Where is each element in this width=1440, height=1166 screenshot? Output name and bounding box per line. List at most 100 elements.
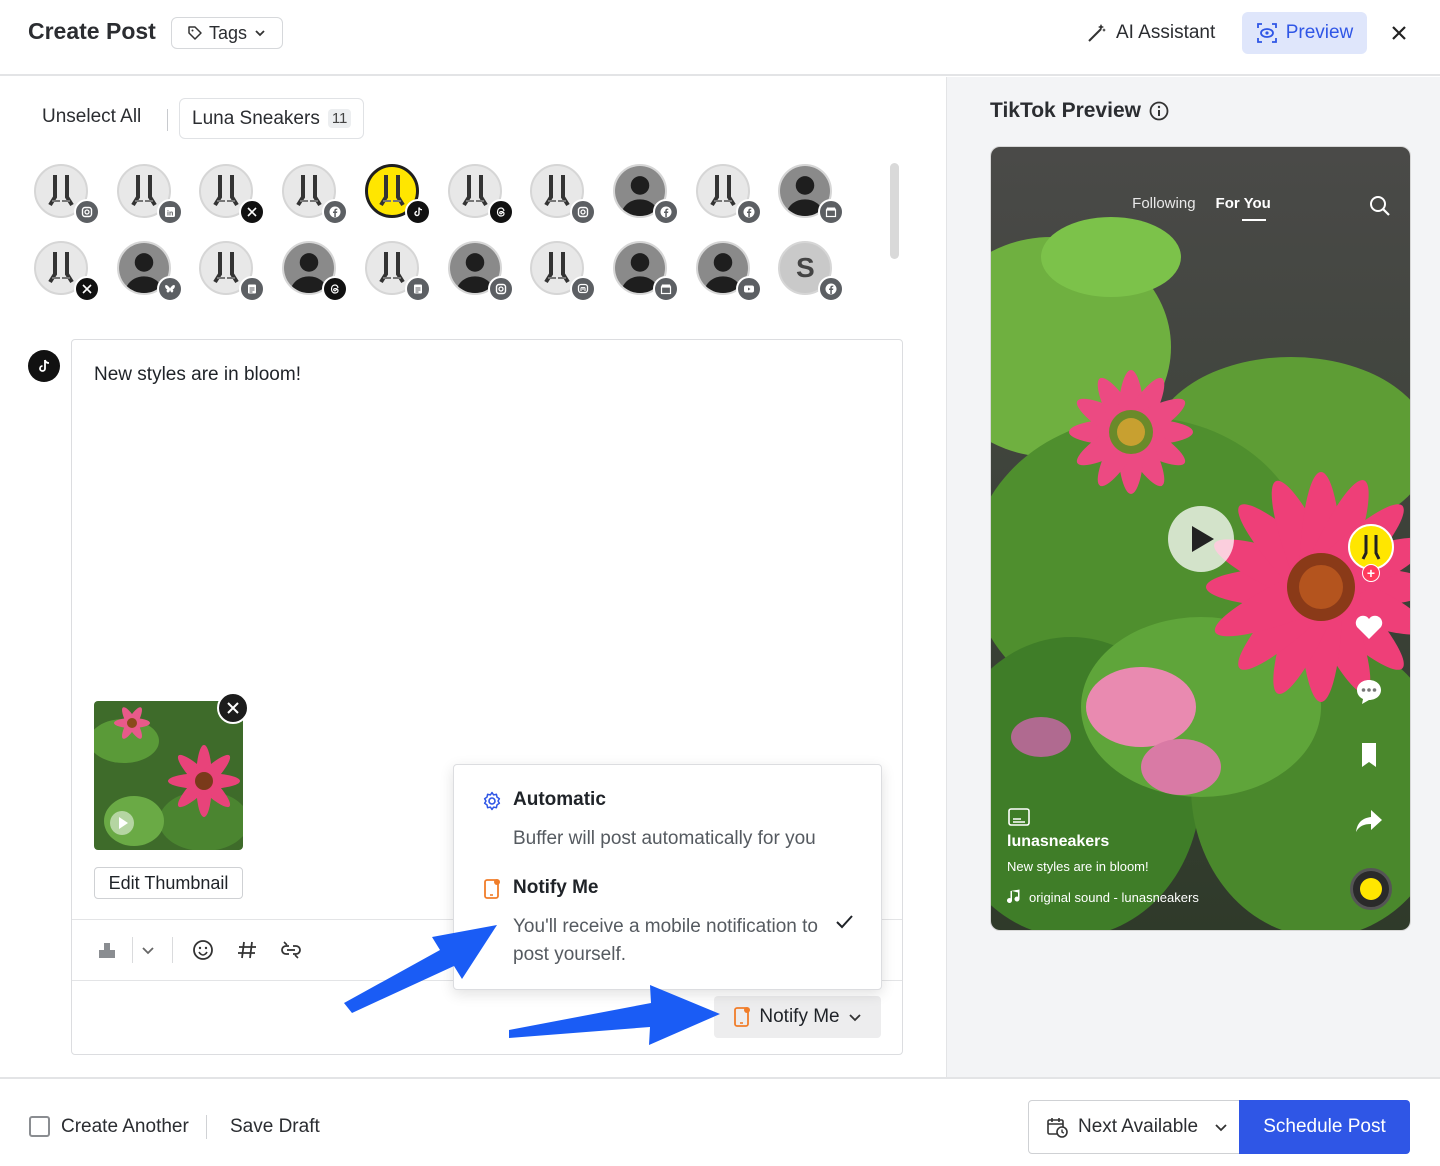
- phone-notify-icon: [482, 878, 502, 900]
- info-icon[interactable]: [1149, 101, 1169, 121]
- tag-icon: [188, 26, 202, 40]
- channel-avatar-youtube[interactable]: [695, 241, 762, 302]
- ai-assistant-label: AI Assistant: [1116, 22, 1216, 43]
- bookmark-icon[interactable]: [1354, 741, 1384, 774]
- avatar-letter: S: [795, 252, 815, 283]
- threads-icon: [322, 276, 349, 302]
- schedule-time-dropdown[interactable]: Next Available: [1028, 1100, 1240, 1154]
- ai-assistant-button[interactable]: AI Assistant: [1086, 14, 1215, 52]
- menu-item-automatic[interactable]: Automatic: [513, 789, 606, 811]
- magic-wand-icon: [1088, 24, 1106, 42]
- emoji-button[interactable]: [190, 936, 216, 964]
- link-shortener-button[interactable]: [278, 936, 304, 964]
- instagram-icon: [74, 199, 100, 225]
- preview-label: Preview: [1285, 22, 1354, 43]
- channel-avatar-tiktok[interactable]: [364, 164, 431, 225]
- phone-notify-icon: [734, 1007, 751, 1027]
- media-thumbnail[interactable]: [94, 701, 243, 850]
- mastodon-icon: [570, 276, 597, 302]
- feed-tabs: Following For You: [991, 195, 1410, 212]
- channel-avatar-facebook[interactable]: [612, 164, 679, 225]
- channel-avatar-instagram[interactable]: [447, 241, 514, 302]
- gear-icon: [482, 790, 502, 812]
- next-available-label: Next Available: [1078, 1116, 1199, 1137]
- tiktok-phone-preview: Following For You + lunasneakers New sty…: [990, 146, 1411, 931]
- close-icon: [227, 702, 239, 714]
- hashtag-button[interactable]: [234, 936, 260, 964]
- create-another-label[interactable]: Create Another: [61, 1116, 189, 1138]
- preview-title: TikTok Preview: [990, 99, 1169, 123]
- google-business-icon: [652, 276, 679, 302]
- post-text-input[interactable]: New styles are in bloom!: [94, 364, 301, 386]
- divider: [206, 1115, 207, 1139]
- create-another-checkbox[interactable]: [29, 1116, 50, 1137]
- group-name: Luna Sneakers: [192, 107, 320, 129]
- media-upload-button[interactable]: [94, 936, 120, 964]
- preview-pane: TikTok Preview Following For You + lunas…: [946, 77, 1440, 1077]
- calendar-clock-icon: [1047, 1118, 1068, 1138]
- channel-avatar-startpage[interactable]: [364, 241, 431, 302]
- media-options-button[interactable]: [138, 936, 158, 964]
- channel-avatar-startpage[interactable]: [199, 241, 266, 302]
- menu-item-notify-me[interactable]: Notify Me: [513, 877, 599, 899]
- tiktok-channel-icon: [28, 350, 60, 382]
- tab-for-you[interactable]: For You: [1216, 195, 1271, 212]
- upload-icon: [99, 943, 115, 958]
- channel-avatar-google-business[interactable]: [612, 241, 679, 302]
- channel-avatar-x[interactable]: [199, 164, 266, 225]
- close-button[interactable]: [1386, 20, 1412, 46]
- footer: Create Another Save Draft Next Available…: [0, 1077, 1440, 1166]
- remove-media-button[interactable]: [217, 692, 249, 724]
- channel-avatar-threads[interactable]: [282, 241, 349, 302]
- music-disc-icon[interactable]: [1350, 868, 1392, 910]
- channel-group-button[interactable]: Luna Sneakers 11: [179, 98, 365, 139]
- instagram-icon: [487, 276, 514, 302]
- eye-icon: [1256, 23, 1277, 43]
- unselect-all-button[interactable]: Unselect All: [42, 106, 141, 128]
- share-icon[interactable]: [1354, 807, 1384, 840]
- channel-avatar-bluesky[interactable]: [116, 241, 183, 302]
- instagram-icon: [570, 199, 597, 225]
- play-icon[interactable]: [1168, 506, 1234, 572]
- tab-following[interactable]: Following: [1132, 195, 1195, 212]
- active-tab-indicator: [1242, 219, 1266, 221]
- channel-avatar-google-business[interactable]: [778, 164, 845, 225]
- captions-icon[interactable]: [1007, 807, 1031, 832]
- tags-button[interactable]: Tags: [171, 17, 283, 49]
- publish-mode-dropdown[interactable]: Notify Me: [714, 996, 881, 1038]
- channel-avatar-threads[interactable]: [447, 164, 514, 225]
- chevron-down-icon: [1215, 1124, 1227, 1132]
- channel-avatar-x[interactable]: [34, 241, 100, 302]
- preview-button[interactable]: Preview: [1242, 12, 1367, 54]
- search-icon[interactable]: [1368, 194, 1392, 223]
- svg-text:in: in: [167, 211, 173, 218]
- channel-avatar-mastodon[interactable]: [530, 241, 597, 302]
- threads-icon: [487, 199, 514, 225]
- channel-avatar-instagram[interactable]: [530, 164, 597, 225]
- channel-avatar-linkedin[interactable]: in: [116, 164, 183, 225]
- automatic-description: Buffer will post automatically for you: [513, 828, 816, 849]
- publish-mode-label: Notify Me: [759, 1006, 840, 1027]
- schedule-post-button[interactable]: Schedule Post: [1239, 1100, 1410, 1154]
- channel-avatar-facebook[interactable]: [695, 164, 762, 225]
- channel-avatar-facebook[interactable]: S: [778, 241, 845, 302]
- channel-avatar-instagram[interactable]: [34, 164, 100, 225]
- linkedin-icon: in: [156, 199, 183, 225]
- save-draft-button[interactable]: Save Draft: [230, 1116, 320, 1138]
- edit-thumbnail-button[interactable]: Edit Thumbnail: [94, 867, 243, 899]
- tiktok-icon: [404, 199, 431, 225]
- page-title: Create Post: [28, 18, 156, 44]
- divider: [132, 937, 133, 963]
- channels-scrollbar[interactable]: [890, 163, 899, 259]
- close-icon: [1392, 26, 1406, 40]
- chevron-down-icon: [848, 1014, 861, 1022]
- comment-icon[interactable]: [1354, 677, 1384, 710]
- follow-plus-icon[interactable]: +: [1362, 564, 1380, 582]
- link-icon: [281, 941, 301, 959]
- x-icon: [74, 276, 100, 302]
- heart-icon[interactable]: [1354, 613, 1384, 646]
- bluesky-icon: [156, 276, 183, 302]
- facebook-icon: [652, 199, 679, 225]
- channel-avatar-facebook[interactable]: [282, 164, 349, 225]
- hashtag-icon: [238, 941, 256, 959]
